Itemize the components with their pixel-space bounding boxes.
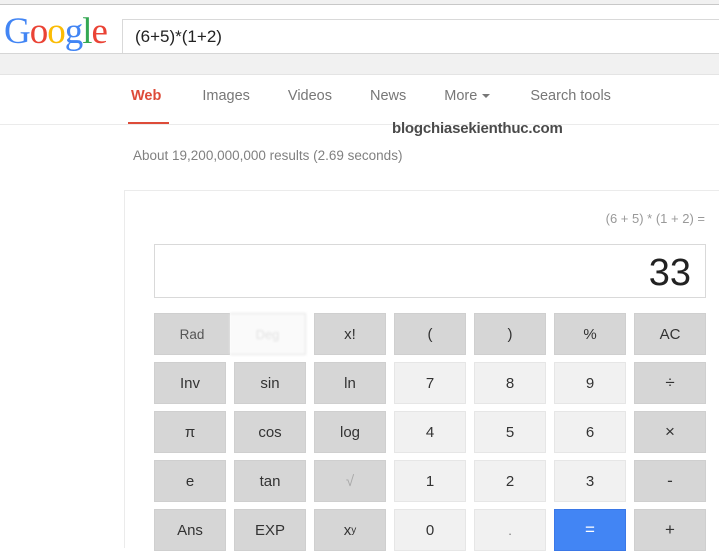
key-power-exponent: y: [351, 524, 357, 536]
key-0[interactable]: 0: [394, 509, 466, 551]
logo-letter-e: e: [91, 11, 108, 52]
tab-news[interactable]: News: [370, 88, 406, 104]
calculator-expression: (6 + 5) * (1 + 2) =: [605, 211, 705, 226]
tab-images[interactable]: Images: [202, 88, 250, 104]
tab-search-tools-label: Search tools: [530, 88, 611, 104]
logo-letter-o2: o: [47, 11, 65, 52]
logo-letter-l: l: [82, 11, 92, 52]
tab-more-label: More: [444, 88, 478, 104]
key-tan[interactable]: tan: [234, 460, 306, 502]
key-square-root[interactable]: √: [314, 460, 386, 502]
calculator-display[interactable]: 33: [154, 244, 706, 298]
key-decimal-point[interactable]: .: [474, 509, 546, 551]
key-multiply[interactable]: ×: [634, 411, 706, 453]
key-8[interactable]: 8: [474, 362, 546, 404]
tab-search-tools[interactable]: Search tools: [530, 88, 611, 104]
key-minus[interactable]: -: [634, 460, 706, 502]
key-close-paren[interactable]: ): [474, 313, 546, 355]
nav-tabs: Web Images Videos News More Search tools: [131, 88, 649, 104]
key-9[interactable]: 9: [554, 362, 626, 404]
key-cos[interactable]: cos: [234, 411, 306, 453]
search-header: Google: [0, 5, 719, 55]
logo-letter-g2: g: [64, 11, 83, 52]
key-equals[interactable]: =: [554, 509, 626, 551]
watermark: blogchiasekienthuc.com: [392, 120, 563, 137]
tab-news-label: News: [370, 88, 407, 104]
tab-videos-label: Videos: [287, 88, 332, 104]
key-2[interactable]: 2: [474, 460, 546, 502]
key-inverse[interactable]: Inv: [154, 362, 226, 404]
search-input[interactable]: [123, 20, 719, 54]
keypad-row-4: e tan √ 1 2 3 -: [154, 460, 714, 502]
key-6[interactable]: 6: [554, 411, 626, 453]
keypad-row-1: Rad Deg x! ( ) % AC: [154, 313, 714, 355]
header-gray-band: [0, 53, 719, 75]
key-5[interactable]: 5: [474, 411, 546, 453]
key-1[interactable]: 1: [394, 460, 466, 502]
key-open-paren[interactable]: (: [394, 313, 466, 355]
key-e[interactable]: e: [154, 460, 226, 502]
tab-more[interactable]: More: [444, 88, 491, 104]
key-divide[interactable]: ÷: [634, 362, 706, 404]
tab-images-label: Images: [202, 88, 250, 104]
calculator-card: (6 + 5) * (1 + 2) = 33 Rad Deg x! ( ) % …: [124, 190, 719, 551]
search-nav: Web Images Videos News More Search tools: [0, 78, 719, 128]
key-exponent[interactable]: EXP: [234, 509, 306, 551]
keypad-row-2: Inv sin ln 7 8 9 ÷: [154, 362, 714, 404]
angle-mode-rad[interactable]: Rad: [154, 313, 230, 355]
key-factorial[interactable]: x!: [314, 313, 386, 355]
key-log[interactable]: log: [314, 411, 386, 453]
angle-mode-toggle[interactable]: Rad Deg: [154, 313, 306, 355]
key-answer[interactable]: Ans: [154, 509, 226, 551]
key-4[interactable]: 4: [394, 411, 466, 453]
tab-web[interactable]: Web: [131, 88, 161, 104]
key-sin[interactable]: sin: [234, 362, 306, 404]
keypad-row-5: Ans EXP xy 0 . = +: [154, 509, 714, 551]
nav-divider: [0, 124, 719, 125]
tab-web-label: Web: [131, 88, 162, 104]
key-pi[interactable]: π: [154, 411, 226, 453]
key-all-clear[interactable]: AC: [634, 313, 706, 355]
angle-mode-deg[interactable]: Deg: [230, 313, 306, 355]
key-3[interactable]: 3: [554, 460, 626, 502]
calculator-result: 33: [648, 252, 691, 294]
chevron-down-icon: [482, 94, 491, 99]
search-box[interactable]: [122, 19, 719, 55]
key-plus[interactable]: +: [634, 509, 706, 551]
key-percent[interactable]: %: [554, 313, 626, 355]
key-7[interactable]: 7: [394, 362, 466, 404]
tab-videos[interactable]: Videos: [288, 88, 332, 104]
logo-letter-o1: o: [29, 11, 48, 52]
key-power-base: x: [343, 521, 352, 539]
keypad-row-3: π cos log 4 5 6 ×: [154, 411, 714, 453]
result-stats: About 19,200,000,000 results (2.69 secon…: [133, 148, 403, 163]
calculator-keypad: Rad Deg x! ( ) % AC Inv sin ln 7 8 9 ÷ π…: [154, 313, 714, 558]
logo-letter-g1: G: [4, 11, 31, 52]
key-ln[interactable]: ln: [314, 362, 386, 404]
key-power[interactable]: xy: [314, 509, 386, 551]
google-logo[interactable]: Google: [4, 11, 108, 52]
